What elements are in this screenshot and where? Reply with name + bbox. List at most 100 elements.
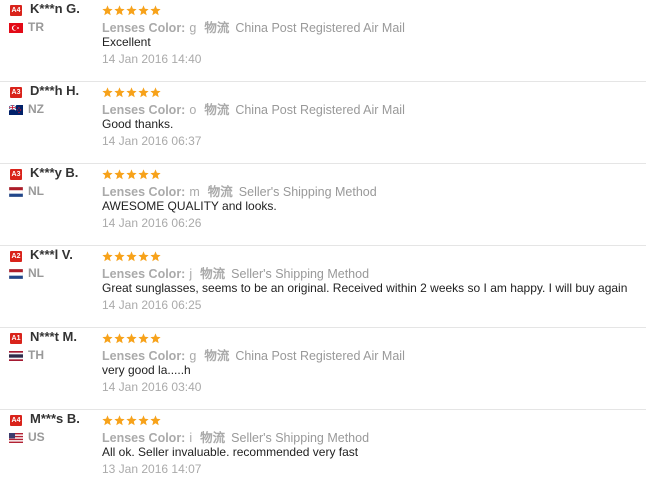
logistics-icon: 物流 [200, 267, 226, 281]
logistics-icon: 物流 [207, 185, 233, 199]
attr-label: Lenses Color: [102, 103, 186, 117]
attr-value: i [189, 431, 193, 445]
attr-label: Lenses Color: [102, 431, 186, 445]
star-icon [102, 5, 113, 16]
star-icon [114, 415, 125, 426]
logistics-icon: 物流 [204, 349, 230, 363]
reviewer-name: K***y B. [30, 165, 79, 180]
buyer-level-badge: A4 [10, 415, 22, 426]
buyer-level-badge: A3 [10, 87, 22, 98]
review-date: 14 Jan 2016 06:37 [102, 134, 202, 148]
shipping-method: China Post Registered Air Mail [235, 21, 405, 35]
attr-label: Lenses Color: [102, 267, 186, 281]
star-icon [114, 169, 125, 180]
star-rating [102, 333, 161, 344]
order-attributes: Lenses Color: m 物流 Seller's Shipping Met… [102, 181, 377, 200]
star-icon [126, 169, 137, 180]
country-code: TR [28, 20, 44, 34]
logistics-icon: 物流 [200, 431, 226, 445]
attr-value: j [189, 267, 193, 281]
review-comment: Excellent [102, 35, 151, 49]
order-attributes: Lenses Color: o 物流 China Post Registered… [102, 99, 405, 118]
shipping-method: China Post Registered Air Mail [235, 349, 405, 363]
buyer-level-badge: A4 [10, 5, 22, 16]
review-item: A4 M***s B. US Lenses Color: i 物流 Seller… [0, 410, 646, 492]
star-icon [150, 169, 161, 180]
buyer-level-badge: A2 [10, 251, 22, 262]
reviewer-name: K***l V. [30, 247, 73, 262]
buyer-level-badge: A1 [10, 333, 22, 344]
star-icon [102, 251, 113, 262]
review-comment: AWESOME QUALITY and looks. [102, 199, 277, 213]
star-icon [114, 87, 125, 98]
star-rating [102, 87, 161, 98]
attr-label: Lenses Color: [102, 185, 186, 199]
attr-value: g [189, 349, 197, 363]
reviewer-name: K***n G. [30, 1, 80, 16]
star-icon [138, 251, 149, 262]
star-icon [114, 251, 125, 262]
order-attributes: Lenses Color: j 物流 Seller's Shipping Met… [102, 263, 369, 282]
shipping-method: Seller's Shipping Method [238, 185, 377, 199]
country-code: NZ [28, 102, 44, 116]
reviewer-name: N***t M. [30, 329, 77, 344]
reviewer-name: D***h H. [30, 83, 80, 98]
review-item: A3 D***h H. NZ Lenses Color: o 物流 China … [0, 82, 646, 164]
netherlands-flag-icon [9, 187, 23, 197]
review-date: 14 Jan 2016 06:26 [102, 216, 202, 230]
review-comment: All ok. Seller invaluable. recommended v… [102, 445, 359, 459]
attr-value: m [189, 185, 200, 199]
usa-flag-icon [9, 433, 23, 443]
review-item: A4 K***n G. TR Lenses Color: g 物流 China … [0, 0, 646, 82]
star-icon [138, 415, 149, 426]
star-icon [114, 5, 125, 16]
attr-value: o [189, 103, 197, 117]
order-attributes: Lenses Color: i 物流 Seller's Shipping Met… [102, 427, 369, 446]
shipping-method: Seller's Shipping Method [231, 267, 370, 281]
logistics-icon: 物流 [204, 103, 230, 117]
review-date: 14 Jan 2016 14:40 [102, 52, 202, 66]
star-icon [102, 415, 113, 426]
star-icon [150, 251, 161, 262]
star-rating [102, 415, 161, 426]
review-item: A1 N***t M. TH Lenses Color: g 物流 China … [0, 328, 646, 410]
star-rating [102, 251, 161, 262]
review-date: 14 Jan 2016 03:40 [102, 380, 202, 394]
review-date: 14 Jan 2016 06:25 [102, 298, 202, 312]
shipping-method: China Post Registered Air Mail [235, 103, 405, 117]
attr-value: g [189, 21, 197, 35]
attr-label: Lenses Color: [102, 21, 186, 35]
turkey-flag-icon [9, 23, 23, 33]
star-icon [114, 333, 125, 344]
star-icon [102, 169, 113, 180]
review-comment: Great sunglasses, seems to be an origina… [102, 281, 628, 295]
star-icon [150, 5, 161, 16]
star-icon [126, 415, 137, 426]
star-icon [126, 333, 137, 344]
review-date: 13 Jan 2016 14:07 [102, 462, 202, 476]
feedback-list: A4 K***n G. TR Lenses Color: g 物流 China … [0, 0, 646, 492]
country-code: NL [28, 184, 44, 198]
review-item: A2 K***l V. NL Lenses Color: j 物流 Seller… [0, 246, 646, 328]
star-icon [150, 333, 161, 344]
reviewer-name: M***s B. [30, 411, 80, 426]
star-icon [150, 87, 161, 98]
country-code: TH [28, 348, 44, 362]
star-rating [102, 5, 161, 16]
star-icon [138, 87, 149, 98]
logistics-icon: 物流 [204, 21, 230, 35]
country-code: US [28, 430, 45, 444]
star-icon [126, 5, 137, 16]
order-attributes: Lenses Color: g 物流 China Post Registered… [102, 17, 405, 36]
attr-label: Lenses Color: [102, 349, 186, 363]
review-comment: very good la.....h [102, 363, 191, 377]
star-icon [150, 415, 161, 426]
review-comment: Good thanks. [102, 117, 174, 131]
review-item: A3 K***y B. NL Lenses Color: m 物流 Seller… [0, 164, 646, 246]
order-attributes: Lenses Color: g 物流 China Post Registered… [102, 345, 405, 364]
netherlands-flag-icon [9, 269, 23, 279]
star-icon [138, 169, 149, 180]
star-icon [102, 87, 113, 98]
star-icon [126, 251, 137, 262]
country-code: NL [28, 266, 44, 280]
